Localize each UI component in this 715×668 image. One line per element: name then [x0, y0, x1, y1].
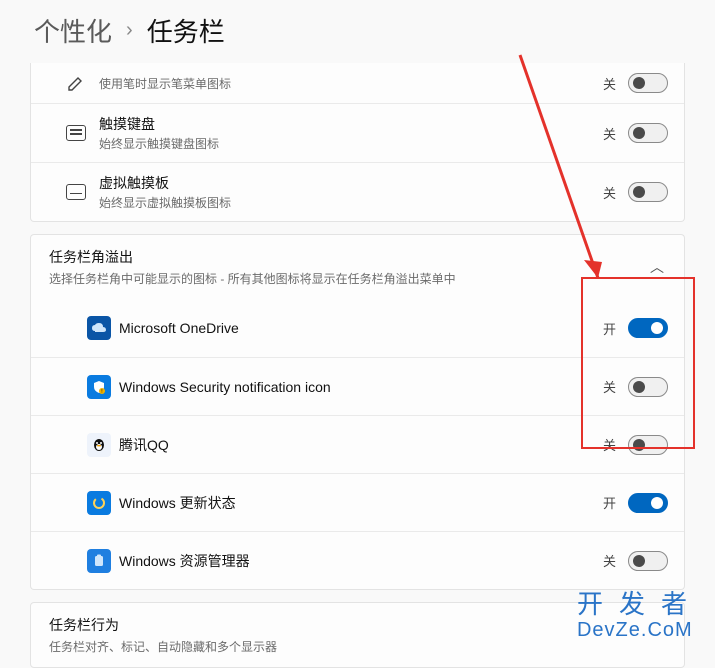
setting-title: 触摸键盘 [99, 114, 591, 134]
pen-icon [53, 73, 99, 93]
toggle-state-label: 开 [591, 493, 628, 512]
overflow-item-label: Windows 更新状态 [119, 493, 591, 513]
watermark-en: DevZe.CoM [577, 619, 703, 641]
watermark: 开发者 DevZe.CoM [577, 590, 703, 641]
taskbar-corner-icons-panel: 使用笔时显示笔菜单图标 关 触摸键盘 始终显示触摸键盘图标 关 虚拟触摸板 始终… [30, 63, 685, 222]
toggle-state-label: 关 [591, 183, 628, 202]
breadcrumb-separator: › [126, 19, 133, 42]
setting-title: 虚拟触摸板 [99, 173, 591, 193]
setting-row-touch-keyboard[interactable]: 触摸键盘 始终显示触摸键盘图标 关 [31, 103, 684, 162]
toggle-security[interactable] [628, 377, 668, 397]
overflow-items-panel: Microsoft OneDrive 开 ! Windows Security … [30, 299, 685, 590]
overflow-item-windows-update[interactable]: Windows 更新状态 开 [31, 473, 684, 531]
svg-text:!: ! [101, 389, 102, 394]
setting-desc: 始终显示虚拟触摸板图标 [99, 194, 591, 211]
overflow-item-label: Microsoft OneDrive [119, 320, 591, 336]
toggle-pen-menu[interactable] [628, 73, 668, 93]
section-title: 任务栏角溢出 [49, 247, 650, 267]
setting-row-pen-menu[interactable]: 使用笔时显示笔菜单图标 关 [31, 63, 684, 103]
toggle-onedrive[interactable] [628, 318, 668, 338]
toggle-touch-keyboard[interactable] [628, 123, 668, 143]
windows-update-icon [79, 491, 119, 515]
toggle-explorer[interactable] [628, 551, 668, 571]
toggle-windows-update[interactable] [628, 493, 668, 513]
section-desc: 任务栏对齐、标记、自动隐藏和多个显示器 [49, 638, 668, 655]
chevron-up-icon: ︿ [650, 257, 668, 277]
overflow-item-security[interactable]: ! Windows Security notification icon 关 [31, 357, 684, 415]
overflow-item-label: Windows 资源管理器 [119, 551, 591, 571]
breadcrumb-parent[interactable]: 个性化 [34, 12, 112, 49]
overflow-item-qq[interactable]: 腾讯QQ 关 [31, 415, 684, 473]
keyboard-icon [53, 125, 99, 141]
toggle-state-label: 关 [591, 435, 628, 454]
toggle-state-label: 关 [591, 377, 628, 396]
watermark-cn: 开发者 [577, 590, 703, 619]
toggle-state-label: 关 [591, 551, 628, 570]
breadcrumb: 个性化 › 任务栏 [0, 0, 715, 63]
toggle-state-label: 关 [591, 74, 628, 93]
overflow-item-explorer[interactable]: Windows 资源管理器 关 [31, 531, 684, 589]
toggle-virtual-touchpad[interactable] [628, 182, 668, 202]
explorer-icon [79, 549, 119, 573]
breadcrumb-current: 任务栏 [147, 12, 225, 49]
toggle-state-label: 开 [591, 319, 628, 338]
overflow-item-onedrive[interactable]: Microsoft OneDrive 开 [31, 299, 684, 357]
setting-desc: 使用笔时显示笔菜单图标 [99, 75, 591, 92]
security-icon: ! [79, 375, 119, 399]
section-title: 任务栏行为 [49, 615, 668, 635]
toggle-state-label: 关 [591, 124, 628, 143]
overflow-section-header[interactable]: 任务栏角溢出 选择任务栏角中可能显示的图标 - 所有其他图标将显示在任务栏角溢出… [30, 234, 685, 299]
setting-row-virtual-touchpad[interactable]: 虚拟触摸板 始终显示虚拟触摸板图标 关 [31, 162, 684, 221]
section-desc: 选择任务栏角中可能显示的图标 - 所有其他图标将显示在任务栏角溢出菜单中 [49, 270, 650, 287]
qq-icon [79, 433, 119, 457]
touchpad-icon [53, 184, 99, 200]
overflow-item-label: Windows Security notification icon [119, 379, 591, 395]
onedrive-icon [79, 316, 119, 340]
overflow-item-label: 腾讯QQ [119, 435, 591, 455]
setting-desc: 始终显示触摸键盘图标 [99, 135, 591, 152]
toggle-qq[interactable] [628, 435, 668, 455]
